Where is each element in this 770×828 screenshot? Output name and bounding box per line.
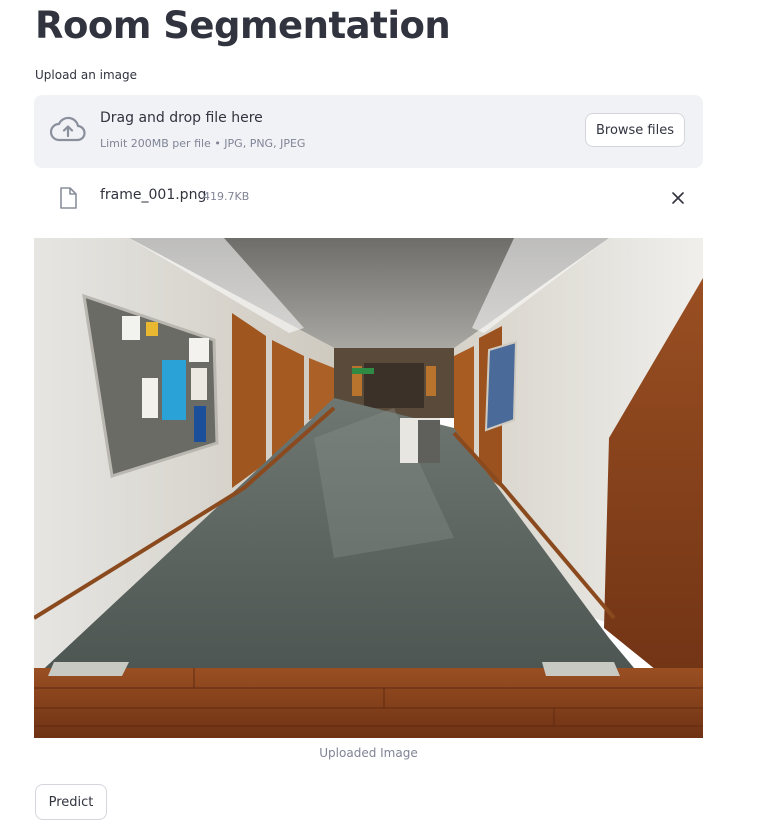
browse-files-button[interactable]: Browse files bbox=[585, 113, 685, 147]
file-name: frame_001.png bbox=[100, 187, 207, 203]
file-size: 419.7KB bbox=[203, 190, 250, 203]
dropzone-title: Drag and drop file here bbox=[100, 110, 263, 126]
cloud-upload-icon bbox=[50, 116, 86, 142]
upload-label: Upload an image bbox=[35, 68, 138, 82]
corridor-photo bbox=[34, 238, 703, 738]
file-icon bbox=[60, 187, 77, 209]
page-title: Room Segmentation bbox=[35, 4, 451, 47]
uploaded-image bbox=[34, 238, 703, 738]
close-icon[interactable] bbox=[671, 191, 685, 205]
predict-button[interactable]: Predict bbox=[35, 784, 107, 820]
file-dropzone[interactable]: Drag and drop file here Limit 200MB per … bbox=[34, 95, 703, 168]
uploaded-file-row: frame_001.png 419.7KB bbox=[34, 180, 703, 218]
image-caption: Uploaded Image bbox=[319, 746, 418, 760]
dropzone-limits: Limit 200MB per file • JPG, PNG, JPEG bbox=[100, 137, 306, 150]
